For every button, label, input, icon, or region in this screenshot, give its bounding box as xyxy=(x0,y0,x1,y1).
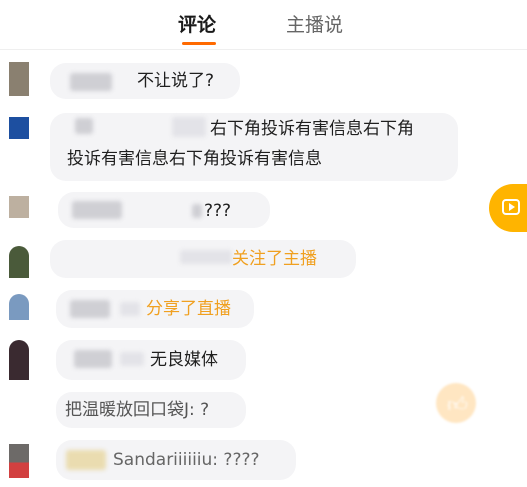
username-redacted xyxy=(75,118,93,134)
avatar xyxy=(9,196,29,218)
avatar xyxy=(9,62,29,96)
avatar xyxy=(9,246,29,278)
comment-row: ??? xyxy=(0,192,527,228)
comment-row: 不让说了? xyxy=(0,60,527,100)
username-redacted xyxy=(192,204,202,218)
comment-text: 无良媒体 xyxy=(150,350,218,370)
follow-event-text: 关注了主播 xyxy=(232,249,317,269)
comment-row: 无良媒体 xyxy=(0,338,527,382)
comment-text: 把温暖放回口袋J: ? xyxy=(65,400,210,420)
comment-text: Sandariiiiiiu: ???? xyxy=(113,450,260,470)
username-redacted xyxy=(74,350,112,368)
avatar xyxy=(9,117,29,139)
avatar xyxy=(9,340,29,380)
comment-text-line1: 右下角投诉有害信息右下角 xyxy=(210,119,414,139)
comment-text-line2: 投诉有害信息右下角投诉有害信息 xyxy=(67,149,322,169)
username-redacted xyxy=(72,201,122,219)
username-redacted xyxy=(66,450,106,470)
avatar xyxy=(9,444,29,478)
comment-row: 关注了主播 xyxy=(0,240,527,280)
tab-host-says[interactable]: 主播说 xyxy=(286,12,343,38)
comment-row: Sandariiiiiiu: ???? xyxy=(0,438,527,482)
username-redacted xyxy=(70,73,112,91)
tab-bar: 评论 主播说 xyxy=(0,0,527,50)
username-redacted xyxy=(180,250,232,264)
username-redacted xyxy=(70,300,110,318)
share-event-text: 分享了直播 xyxy=(146,299,231,319)
comment-row: 右下角投诉有害信息右下角 投诉有害信息右下角投诉有害信息 xyxy=(0,113,527,183)
active-tab-indicator xyxy=(182,42,216,45)
comment-row: 把温暖放回口袋J: ? xyxy=(0,392,527,430)
comment-feed[interactable]: 不让说了? 右下角投诉有害信息右下角 投诉有害信息右下角投诉有害信息 ??? 关… xyxy=(0,50,527,487)
comment-text: ??? xyxy=(204,201,232,221)
avatar xyxy=(9,294,29,320)
username-redacted xyxy=(172,117,206,137)
comment-text: 不让说了? xyxy=(137,71,215,91)
username-redacted xyxy=(120,352,144,366)
comment-row: 分享了直播 xyxy=(0,290,527,330)
tab-comments[interactable]: 评论 xyxy=(178,12,216,38)
username-redacted xyxy=(120,302,140,316)
